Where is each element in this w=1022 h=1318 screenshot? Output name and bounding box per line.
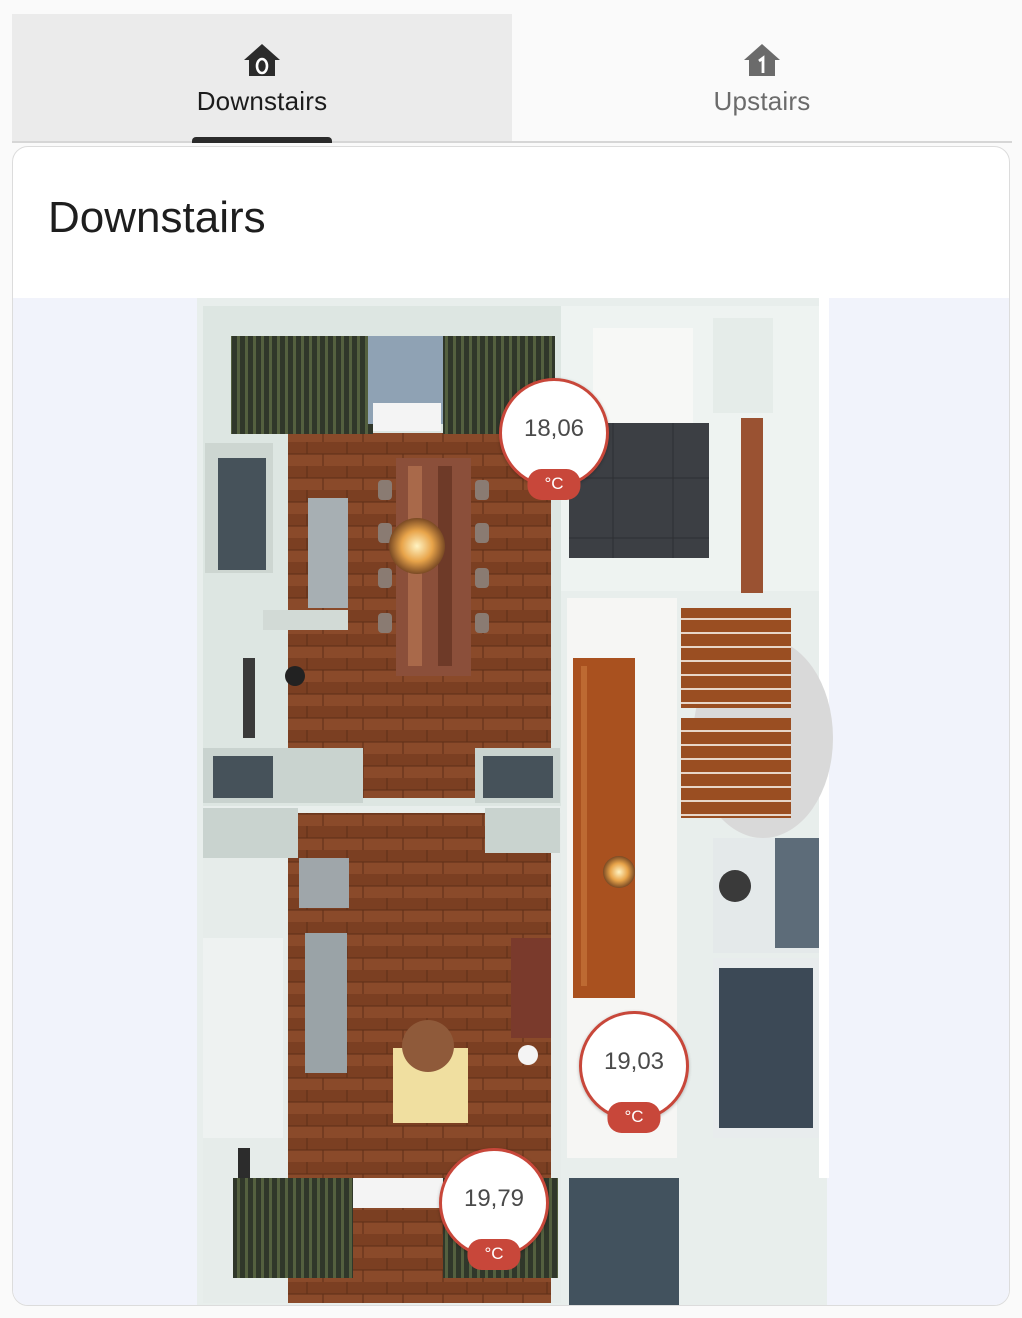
tab-downstairs-label: Downstairs <box>196 86 328 116</box>
temperature-unit: °C <box>467 1239 521 1270</box>
temperature-unit: °C <box>607 1102 661 1133</box>
tab-downstairs[interactable]: Downstairs <box>12 14 512 143</box>
tab-upstairs-label: Upstairs <box>713 86 811 116</box>
temperature-value: 19,79 <box>463 1185 525 1212</box>
floorplan-image: 18,06 °C 19,03 °C 19,79 °C <box>13 298 1009 1305</box>
home-floor-0-icon <box>244 44 280 76</box>
temperature-sensor-living[interactable]: 19,79 °C <box>439 1148 549 1270</box>
temperature-unit: °C <box>527 469 581 500</box>
active-tab-indicator <box>192 137 332 143</box>
temperature-value: 19,03 <box>603 1048 665 1075</box>
temperature-sensor-dining[interactable]: 18,06 °C <box>499 378 609 500</box>
temperature-sensor-hallway[interactable]: 19,03 °C <box>579 1011 689 1133</box>
floor-tabs: Downstairs Upstairs <box>12 14 1012 143</box>
temperature-value: 18,06 <box>523 415 585 442</box>
floorplan-card: Downstairs 18,06 °C 19,03 °C 19,79 °C <box>12 146 1010 1306</box>
home-floor-1-icon <box>744 44 780 76</box>
card-title: Downstairs <box>48 193 266 242</box>
tab-upstairs[interactable]: Upstairs <box>512 14 1012 141</box>
